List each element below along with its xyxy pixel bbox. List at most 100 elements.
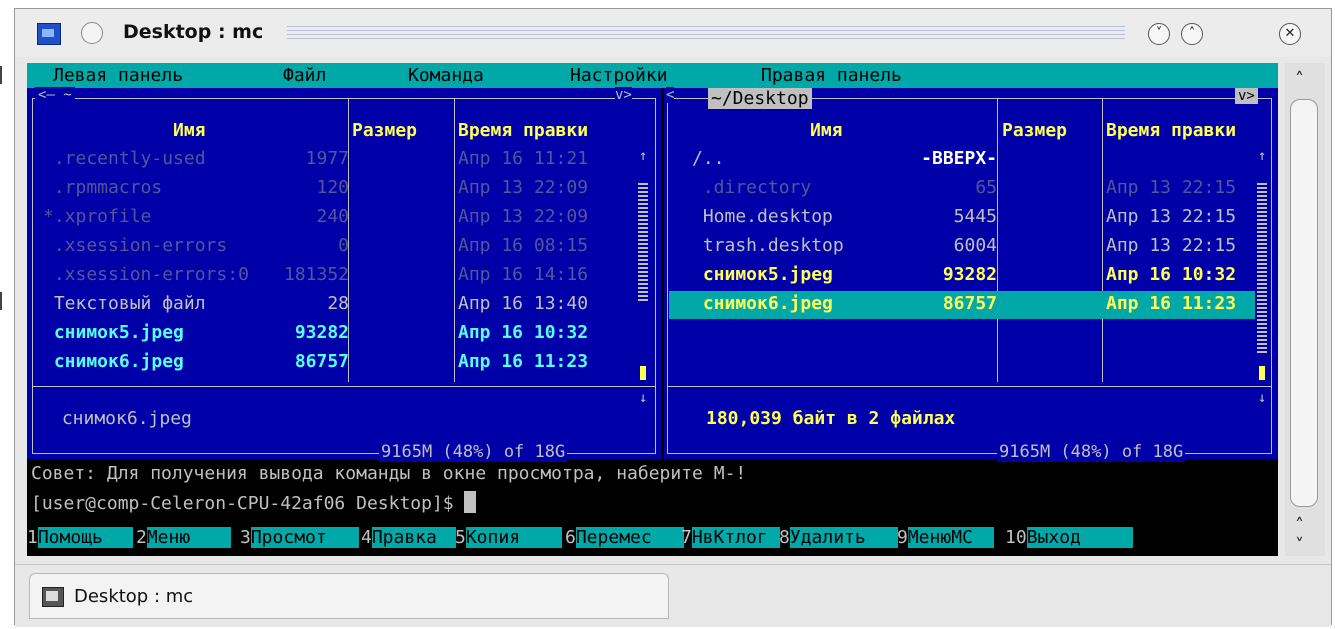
file-row[interactable]: .xsession-errors 0 Апр 16 08:15 xyxy=(27,235,661,263)
menu-right-panel[interactable]: Правая панель xyxy=(761,65,902,86)
fkey-number: 8 xyxy=(779,527,790,548)
command-prompt[interactable]: [user@comp-Celeron-CPU-42af06 Desktop]$ xyxy=(31,491,477,514)
file-size: 1977 xyxy=(305,148,349,169)
file-name: Home.desktop xyxy=(692,206,833,227)
fkey-label: Меню xyxy=(146,527,231,548)
fkey-7[interactable]: 7НвКтлог xyxy=(681,527,780,549)
fkey-5[interactable]: 5Копия xyxy=(455,527,562,549)
left-header-name[interactable]: Имя xyxy=(173,120,206,141)
close-button[interactable]: ✕ xyxy=(1279,23,1301,45)
file-row[interactable]: .rpmmacros 120 Апр 13 22:09 xyxy=(27,177,661,205)
left-panel-hotlist[interactable]: v> xyxy=(615,87,632,103)
file-row[interactable]: /.. -ВВЕРХ- xyxy=(664,148,1278,176)
file-size: 6004 xyxy=(953,235,997,256)
fkey-3[interactable]: 3Просмот xyxy=(240,527,359,549)
chevron-up-icon[interactable]: ˄ xyxy=(1295,515,1304,536)
file-name: .recently-used xyxy=(43,148,206,169)
file-row[interactable]: trash.desktop 6004 Апр 13 22:15 xyxy=(664,235,1278,263)
file-size: 5445 xyxy=(953,206,997,227)
chevron-down-icon[interactable]: ˅ xyxy=(1295,535,1304,556)
right-mini-status: 180,039 байт в 2 файлах xyxy=(706,408,956,429)
left-scrollbar-track[interactable] xyxy=(638,183,648,303)
fkey-number: 7 xyxy=(681,527,692,548)
left-mini-status: снимок6.jpeg xyxy=(51,408,192,429)
edge-mark xyxy=(0,66,7,84)
left-header-size[interactable]: Размер xyxy=(352,120,417,141)
file-size: 120 xyxy=(316,177,349,198)
scroll-down-icon[interactable]: ↓ xyxy=(1258,390,1266,406)
left-scrollbar-thumb[interactable] xyxy=(640,366,646,380)
fkey-1[interactable]: 1Помощь xyxy=(27,527,133,549)
fkey-9[interactable]: 9МенюМС xyxy=(897,527,994,549)
tab-desktop-mc[interactable]: Desktop : mc xyxy=(29,573,669,619)
right-header-size[interactable]: Размер xyxy=(1002,120,1067,141)
file-row[interactable]: Home.desktop 5445 Апр 13 22:15 xyxy=(664,206,1278,234)
terminal-app-icon[interactable] xyxy=(37,23,61,45)
right-panel-history[interactable]: < xyxy=(666,87,675,103)
file-row[interactable]: *.xprofile 240 Апр 13 22:09 xyxy=(27,206,661,234)
menu-command[interactable]: Команда xyxy=(408,65,484,86)
fkey-10[interactable]: 10Выход xyxy=(1005,527,1133,549)
window-menu-circle-icon[interactable] xyxy=(81,22,103,44)
scroll-up-icon[interactable]: ↑ xyxy=(639,148,647,164)
file-name: .xsession-errors:0 xyxy=(43,264,249,285)
fkey-number: 9 xyxy=(897,527,908,548)
file-row[interactable]: снимок6.jpeg 86757 Апр 16 11:23 xyxy=(27,351,661,379)
left-panel-history[interactable]: <— ~ xyxy=(35,87,75,103)
file-row[interactable]: снимок5.jpeg 93282 Апр 16 10:32 xyxy=(27,322,661,350)
file-size: 181352 xyxy=(283,264,349,285)
file-time: Апр 13 22:15 xyxy=(1106,177,1237,198)
title-bar-grip xyxy=(287,26,1125,41)
scroll-up-icon[interactable]: ↑ xyxy=(1258,148,1266,164)
file-row[interactable]: .recently-used 1977 Апр 16 11:21 xyxy=(27,148,661,176)
right-panel-path[interactable]: ~/Desktop xyxy=(708,88,812,109)
right-panel-hotlist[interactable]: v> xyxy=(1235,88,1258,104)
terminal-window: Desktop : mc ˅ ˄ ✕ Левая панель Файл Ком… xyxy=(14,8,1332,627)
file-name: Текстовый файл xyxy=(43,293,206,314)
edge-mark xyxy=(0,292,7,310)
fkey-label: Правка xyxy=(371,527,456,548)
file-row[interactable]: .xsession-errors:0 181352 Апр 16 14:16 xyxy=(27,264,661,292)
menu-settings[interactable]: Настройки xyxy=(570,65,668,86)
maximize-button[interactable]: ˄ xyxy=(1181,23,1203,45)
chevron-up-icon[interactable]: ˄ xyxy=(1295,69,1304,90)
fkey-6[interactable]: 6Перемес xyxy=(565,527,684,549)
file-size: 93282 xyxy=(294,322,349,343)
file-name: .directory xyxy=(692,177,812,198)
fkey-number: 1 xyxy=(27,527,38,548)
file-time: Апр 16 13:40 xyxy=(458,293,589,314)
file-row[interactable]: .directory 65 Апр 13 22:15 xyxy=(664,177,1278,205)
menu-file[interactable]: Файл xyxy=(283,65,326,86)
fkey-8[interactable]: 8Удалить xyxy=(779,527,898,549)
scroll-down-icon[interactable]: ↓ xyxy=(639,390,647,406)
file-time: Апр 16 11:21 xyxy=(458,148,589,169)
left-header-time[interactable]: Время правки xyxy=(458,120,588,141)
fkey-2[interactable]: 2Меню xyxy=(136,527,231,549)
title-bar[interactable]: Desktop : mc ˅ ˄ ✕ xyxy=(15,9,1331,57)
fkey-label: Просмот xyxy=(250,527,359,548)
file-row[interactable]: снимок5.jpeg 93282 Апр 16 10:32 xyxy=(664,264,1278,292)
terminal-screen[interactable]: Левая панель Файл Команда Настройки Прав… xyxy=(27,63,1278,556)
text-cursor xyxy=(464,491,477,513)
minimize-button[interactable]: ˅ xyxy=(1148,23,1170,45)
right-header-time[interactable]: Время правки xyxy=(1106,120,1236,141)
terminal-scrollbar[interactable]: ˄ ˄ ˅ xyxy=(1285,63,1325,556)
fkey-4[interactable]: 4Правка xyxy=(361,527,456,549)
fkey-label: Выход xyxy=(1026,527,1133,548)
file-row[interactable]: снимок6.jpeg 86757 Апр 16 11:23 xyxy=(664,293,1278,321)
file-time: Апр 13 22:15 xyxy=(1106,206,1237,227)
file-name: *.xprofile xyxy=(43,206,152,227)
right-scrollbar-thumb[interactable] xyxy=(1259,366,1265,380)
right-header-name[interactable]: Имя xyxy=(810,120,843,141)
fkey-number: 2 xyxy=(136,527,147,548)
right-panel[interactable]: < ~/Desktop v> Имя Размер Время правки /… xyxy=(664,87,1278,462)
right-scrollbar-track[interactable] xyxy=(1257,183,1267,353)
file-size: 0 xyxy=(338,235,349,256)
left-panel[interactable]: <— ~ v> Имя Размер Время правки .recentl… xyxy=(27,87,661,462)
fkey-number: 4 xyxy=(361,527,372,548)
file-row[interactable]: Текстовый файл 28 Апр 16 13:40 xyxy=(27,293,661,321)
tab-title: Desktop : mc xyxy=(74,586,194,607)
scrollbar-thumb[interactable] xyxy=(1290,99,1318,507)
fkey-label: Помощь xyxy=(37,527,133,548)
menu-left-panel[interactable]: Левая панель xyxy=(53,65,183,86)
